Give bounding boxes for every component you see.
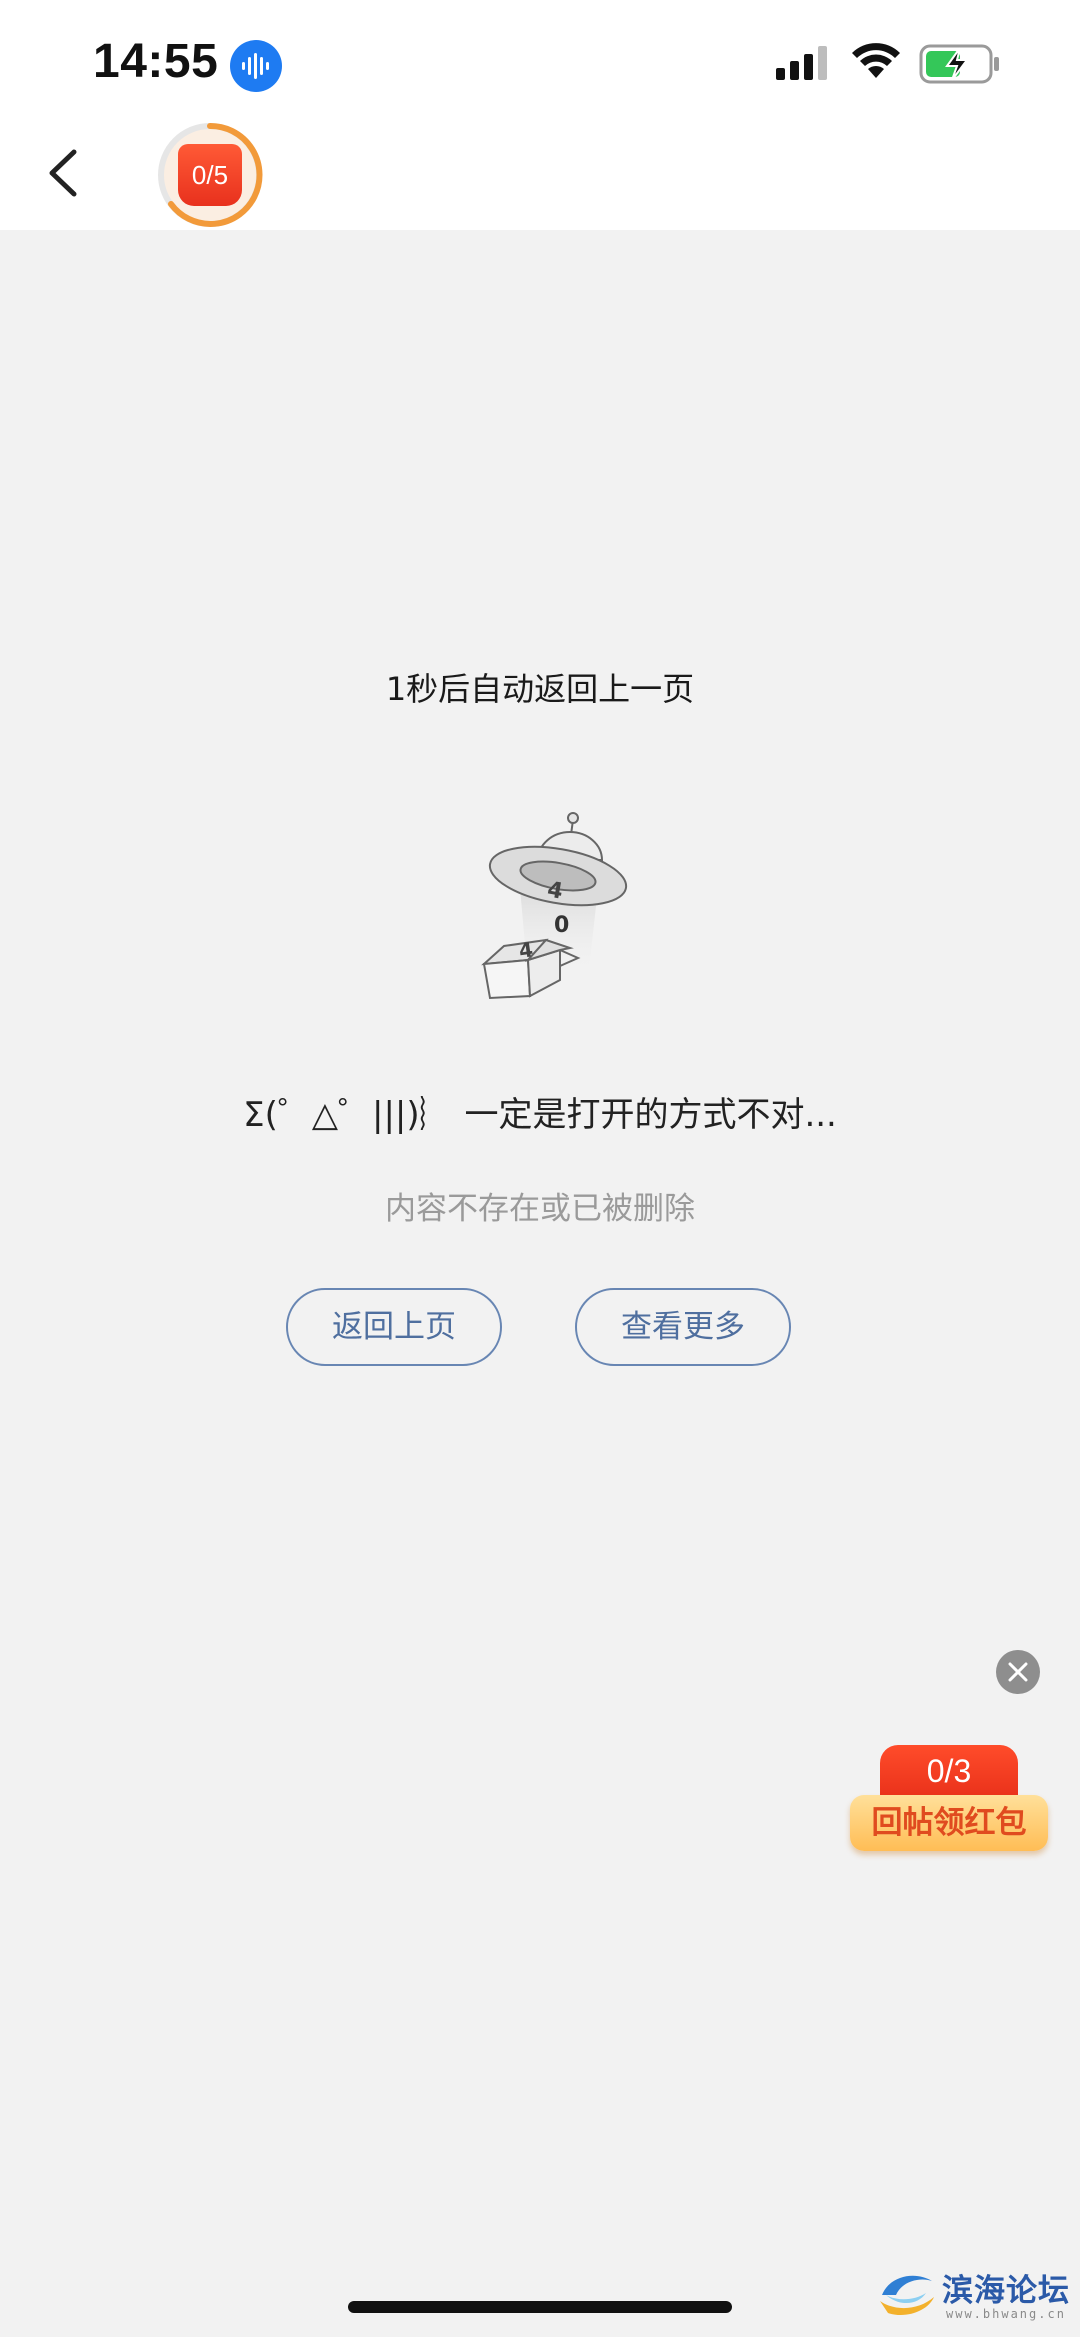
reward-count: 0/3 (880, 1745, 1018, 1801)
close-icon (1008, 1662, 1028, 1682)
close-reward-button[interactable] (996, 1650, 1040, 1694)
error-title: Σ(゜△゜|||)︴ 一定是打开的方式不对... (243, 1095, 837, 1135)
voice-wave-icon (230, 40, 282, 92)
svg-text:0: 0 (554, 913, 569, 938)
reply-reward-widget[interactable]: 0/3 回帖领红包 (850, 1745, 1048, 1855)
task-progress-count: 0/5 (178, 144, 242, 206)
back-to-previous-button[interactable]: 返回上页 (286, 1288, 502, 1366)
cellular-signal-icon (776, 46, 827, 80)
task-progress-badge[interactable]: 0/5 (155, 120, 265, 230)
countdown-text: 1秒后自动返回上一页 (385, 670, 695, 708)
battery-charging-icon (919, 44, 999, 84)
site-name: 滨海论坛 (942, 2273, 1070, 2309)
home-indicator[interactable] (348, 2301, 732, 2313)
error-subtitle: 内容不存在或已被删除 (385, 1191, 695, 1227)
top-bar: 14:55 0/5 (0, 0, 1080, 230)
status-time: 14:55 (93, 35, 219, 88)
wifi-icon (852, 43, 900, 78)
ufo-404-icon: 4 0 4 (480, 808, 640, 1008)
site-url: www.bhwang.cn (946, 2307, 1066, 2321)
site-logo-icon (880, 2275, 934, 2316)
back-button[interactable] (38, 146, 92, 200)
reward-label: 回帖领红包 (850, 1795, 1048, 1851)
view-more-button[interactable]: 查看更多 (575, 1288, 791, 1366)
site-watermark: 滨海论坛 www.bhwang.cn (876, 2263, 1076, 2323)
